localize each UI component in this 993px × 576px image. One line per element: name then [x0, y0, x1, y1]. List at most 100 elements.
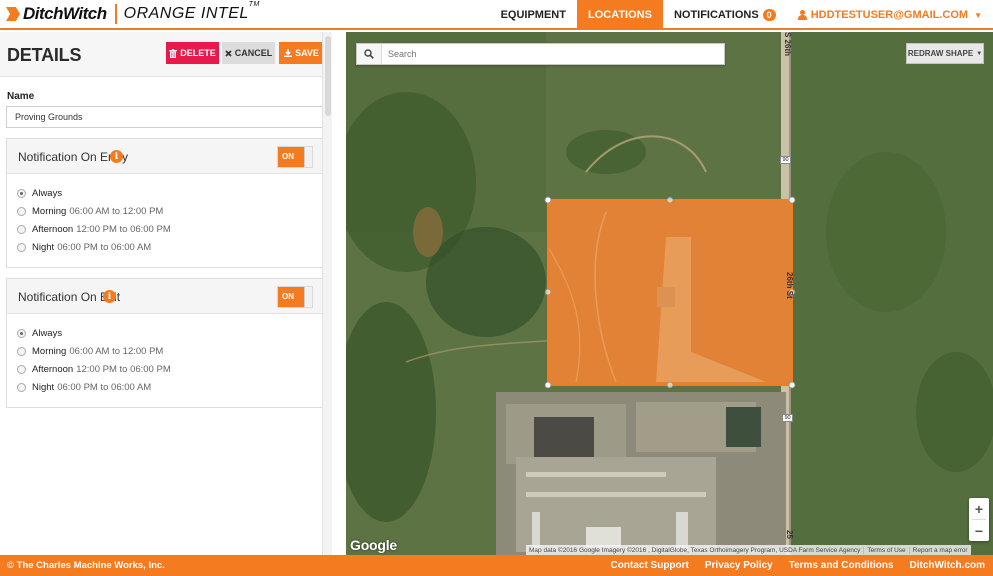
exit-option-always[interactable]: Always: [7, 324, 323, 342]
notification-entry-toggle[interactable]: ON: [277, 146, 313, 168]
ditchwitch-site-link[interactable]: DitchWitch.com: [910, 560, 985, 571]
nav-equipment[interactable]: EQUIPMENT: [490, 0, 577, 30]
option-time: 12:00 PM to 06:00 PM: [76, 363, 171, 375]
search-icon: [364, 49, 374, 59]
radio-button[interactable]: [17, 242, 26, 252]
info-icon[interactable]: i: [103, 290, 116, 303]
trash-icon: [169, 48, 178, 58]
close-icon: [225, 49, 232, 57]
brand-logo[interactable]: DitchWitch ORANGE INTELTM: [6, 1, 260, 24]
option-name: Afternoon: [32, 363, 74, 375]
terms-of-use-link[interactable]: Terms of Use: [863, 546, 908, 554]
exit-options: Always Morning 06:00 AM to 12:00 PM Afte…: [7, 314, 323, 407]
notification-exit-toggle[interactable]: ON: [277, 286, 313, 308]
geofence-handle: [544, 381, 552, 389]
google-logo: Google: [350, 537, 398, 553]
delete-label: DELETE: [180, 48, 216, 58]
save-label: SAVE: [295, 48, 319, 58]
radio-button[interactable]: [17, 224, 26, 234]
download-icon: [284, 49, 293, 57]
option-name: Night: [32, 381, 55, 393]
product-name: ORANGE INTELTM: [123, 1, 260, 22]
option-time: 06:00 PM to 06:00 AM: [57, 241, 152, 253]
user-menu[interactable]: HDDTESTUSER@GMAIL.COM ▼: [787, 0, 993, 30]
entry-option-morning[interactable]: Morning 06:00 AM to 12:00 PM: [7, 202, 323, 220]
zoom-control: + −: [969, 498, 989, 541]
details-panel: DETAILS DELETE CANCEL SAVE Name Notifica…: [0, 32, 332, 555]
notification-entry-header: Notification On Entry i ON: [7, 139, 323, 174]
delete-button[interactable]: DELETE: [166, 42, 219, 64]
save-button[interactable]: SAVE: [279, 42, 324, 64]
redraw-shape-button[interactable]: REDRAW SHAPE ▼: [906, 43, 984, 64]
chevron-down-icon: ▼: [976, 50, 983, 57]
entry-option-night[interactable]: Night 06:00 PM to 06:00 AM: [7, 238, 323, 256]
road-label: 25: [785, 530, 794, 539]
radio-button[interactable]: [17, 206, 26, 216]
report-map-error-link[interactable]: Report a map error: [908, 546, 971, 554]
main-nav: EQUIPMENT LOCATIONS NOTIFICATIONS 0 HDDT…: [490, 0, 993, 30]
redraw-shape-label: REDRAW SHAPE: [907, 49, 974, 58]
notification-entry-card: Notification On Entry i ON Always Mornin…: [6, 138, 324, 268]
geofence-shape[interactable]: [346, 32, 993, 555]
radio-button[interactable]: [17, 364, 26, 374]
search-input[interactable]: [383, 44, 723, 64]
exit-option-morning[interactable]: Morning 06:00 AM to 12:00 PM: [7, 342, 323, 360]
user-email: HDDTESTUSER@GMAIL.COM: [810, 9, 969, 21]
road-shield: 90: [782, 414, 793, 422]
road-label: 26th St: [785, 272, 794, 299]
geofence-handle: [788, 196, 796, 204]
zoom-out-button[interactable]: −: [969, 520, 989, 541]
radio-button[interactable]: [17, 328, 26, 338]
option-name: Morning: [32, 205, 67, 217]
name-input[interactable]: [6, 106, 324, 128]
option-time: 06:00 PM to 06:00 AM: [57, 381, 152, 393]
option-name: Night: [32, 241, 55, 253]
option-name: Morning: [32, 345, 67, 357]
entry-options: Always Morning 06:00 AM to 12:00 PM Afte…: [7, 174, 323, 267]
radio-button[interactable]: [17, 346, 26, 356]
name-label: Name: [7, 91, 35, 102]
privacy-policy-link[interactable]: Privacy Policy: [705, 560, 773, 571]
notification-exit-card: Notification On Exit i ON Always Morning…: [6, 278, 324, 408]
road-shield: 90: [780, 156, 791, 164]
exit-option-night[interactable]: Night 06:00 PM to 06:00 AM: [7, 378, 323, 396]
map-view[interactable]: S 26th 26th St 25 90 90 REDRAW SHAPE ▼ +…: [346, 32, 993, 555]
terms-and-conditions-link[interactable]: Terms and Conditions: [789, 560, 894, 571]
option-name: Afternoon: [32, 223, 74, 235]
footer-links: Contact Support Privacy Policy Terms and…: [611, 560, 985, 571]
panel-scrollbar[interactable]: [322, 32, 332, 555]
toggle-knob: [304, 287, 312, 307]
geofence-handle: [666, 381, 674, 389]
top-header: DitchWitch ORANGE INTELTM EQUIPMENT LOCA…: [0, 0, 993, 30]
entry-option-afternoon[interactable]: Afternoon 12:00 PM to 06:00 PM: [7, 220, 323, 238]
option-time: 06:00 AM to 12:00 PM: [69, 205, 164, 217]
details-title: DETAILS: [7, 45, 82, 65]
info-icon[interactable]: i: [110, 150, 123, 163]
user-icon: [797, 10, 807, 20]
exit-option-afternoon[interactable]: Afternoon 12:00 PM to 06:00 PM: [7, 360, 323, 378]
option-name: Always: [32, 187, 63, 199]
chevron-down-icon: ▼: [974, 10, 982, 20]
cancel-button[interactable]: CANCEL: [222, 42, 275, 64]
zoom-in-button[interactable]: +: [969, 498, 989, 519]
road-label: S 26th: [783, 32, 792, 57]
contact-support-link[interactable]: Contact Support: [611, 560, 689, 571]
map-search: [356, 43, 725, 65]
toggle-label: ON: [282, 292, 294, 301]
geofence-handle: [666, 196, 674, 204]
option-name: Always: [32, 327, 63, 339]
radio-button[interactable]: [17, 382, 26, 392]
entry-option-always[interactable]: Always: [7, 184, 323, 202]
search-button[interactable]: [357, 44, 382, 64]
nav-notifications-label: NOTIFICATIONS: [673, 9, 759, 21]
geofence-handle: [788, 381, 796, 389]
toggle-label: ON: [282, 152, 294, 161]
geofence-handle: [544, 288, 552, 296]
nav-locations[interactable]: LOCATIONS: [576, 0, 663, 30]
ditchwitch-logo-icon: [6, 7, 20, 21]
nav-notifications[interactable]: NOTIFICATIONS 0: [663, 0, 787, 30]
details-header: DETAILS DELETE CANCEL SAVE: [0, 32, 324, 77]
map-attribution: Map data ©2016 Google Imagery ©2016 , Di…: [526, 545, 971, 555]
notifications-count-badge: 0: [762, 9, 776, 21]
radio-button[interactable]: [17, 188, 26, 198]
